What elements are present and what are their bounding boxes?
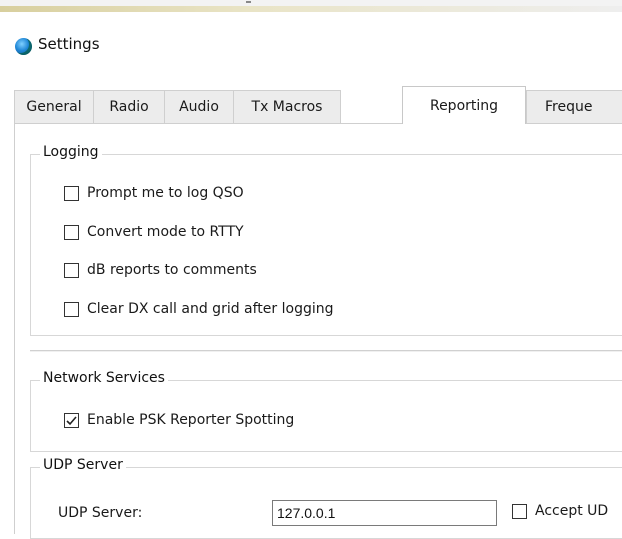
convert-mode-rtty-checkbox[interactable]: Convert mode to RTTY [64,224,244,240]
checkbox-box[interactable] [64,185,79,201]
section-divider [30,350,622,352]
tab-radio[interactable]: Radio [93,90,165,123]
logging-legend: Logging [40,144,102,160]
enable-psk-reporter-checkbox[interactable]: Enable PSK Reporter Spotting [64,412,294,428]
checkbox-label: Accept UD [535,503,609,519]
tab-label: Reporting [429,97,499,114]
tab-label: Tx Macros [251,99,323,115]
window-frame-top [0,6,622,12]
checkbox-label: Convert mode to RTTY [87,224,244,240]
udp-server-input[interactable] [272,500,497,526]
tab-label: Radio [109,99,149,115]
app-icon [15,38,32,55]
tab-reporting[interactable]: Reporting [402,86,526,124]
checkbox-label: Prompt me to log QSO [87,185,244,201]
db-reports-comments-checkbox[interactable]: dB reports to comments [64,262,257,278]
window-grip [246,1,251,3]
accept-udp-checkbox[interactable]: Accept UD [512,503,608,519]
tab-label: Freque [545,99,593,115]
checkbox-box[interactable] [64,262,79,278]
tab-general[interactable]: General [14,90,94,123]
udp-server-label: UDP Server: [58,505,143,521]
udp-server-legend: UDP Server [40,457,126,473]
checkmark-icon [66,415,77,425]
tab-bar: General Radio Audio Tx Macros Reporting … [14,86,622,124]
clear-dx-call-checkbox[interactable]: Clear DX call and grid after logging [64,301,334,317]
tab-label: Audio [179,99,219,115]
checkbox-box[interactable] [64,301,79,317]
tab-frequencies[interactable]: Freque [526,90,622,123]
checkbox-box[interactable] [512,503,527,519]
checkbox-box[interactable] [64,224,79,240]
tab-tx-macros[interactable]: Tx Macros [233,90,341,123]
tab-label: General [26,99,82,115]
checkbox-box[interactable] [64,412,79,428]
checkbox-label: dB reports to comments [87,262,257,278]
checkbox-label: Enable PSK Reporter Spotting [87,412,295,428]
network-services-legend: Network Services [40,370,168,386]
tab-audio[interactable]: Audio [164,90,234,123]
checkbox-label: Clear DX call and grid after logging [87,301,334,317]
window-title: Settings [38,35,100,53]
prompt-log-qso-checkbox[interactable]: Prompt me to log QSO [64,185,244,201]
